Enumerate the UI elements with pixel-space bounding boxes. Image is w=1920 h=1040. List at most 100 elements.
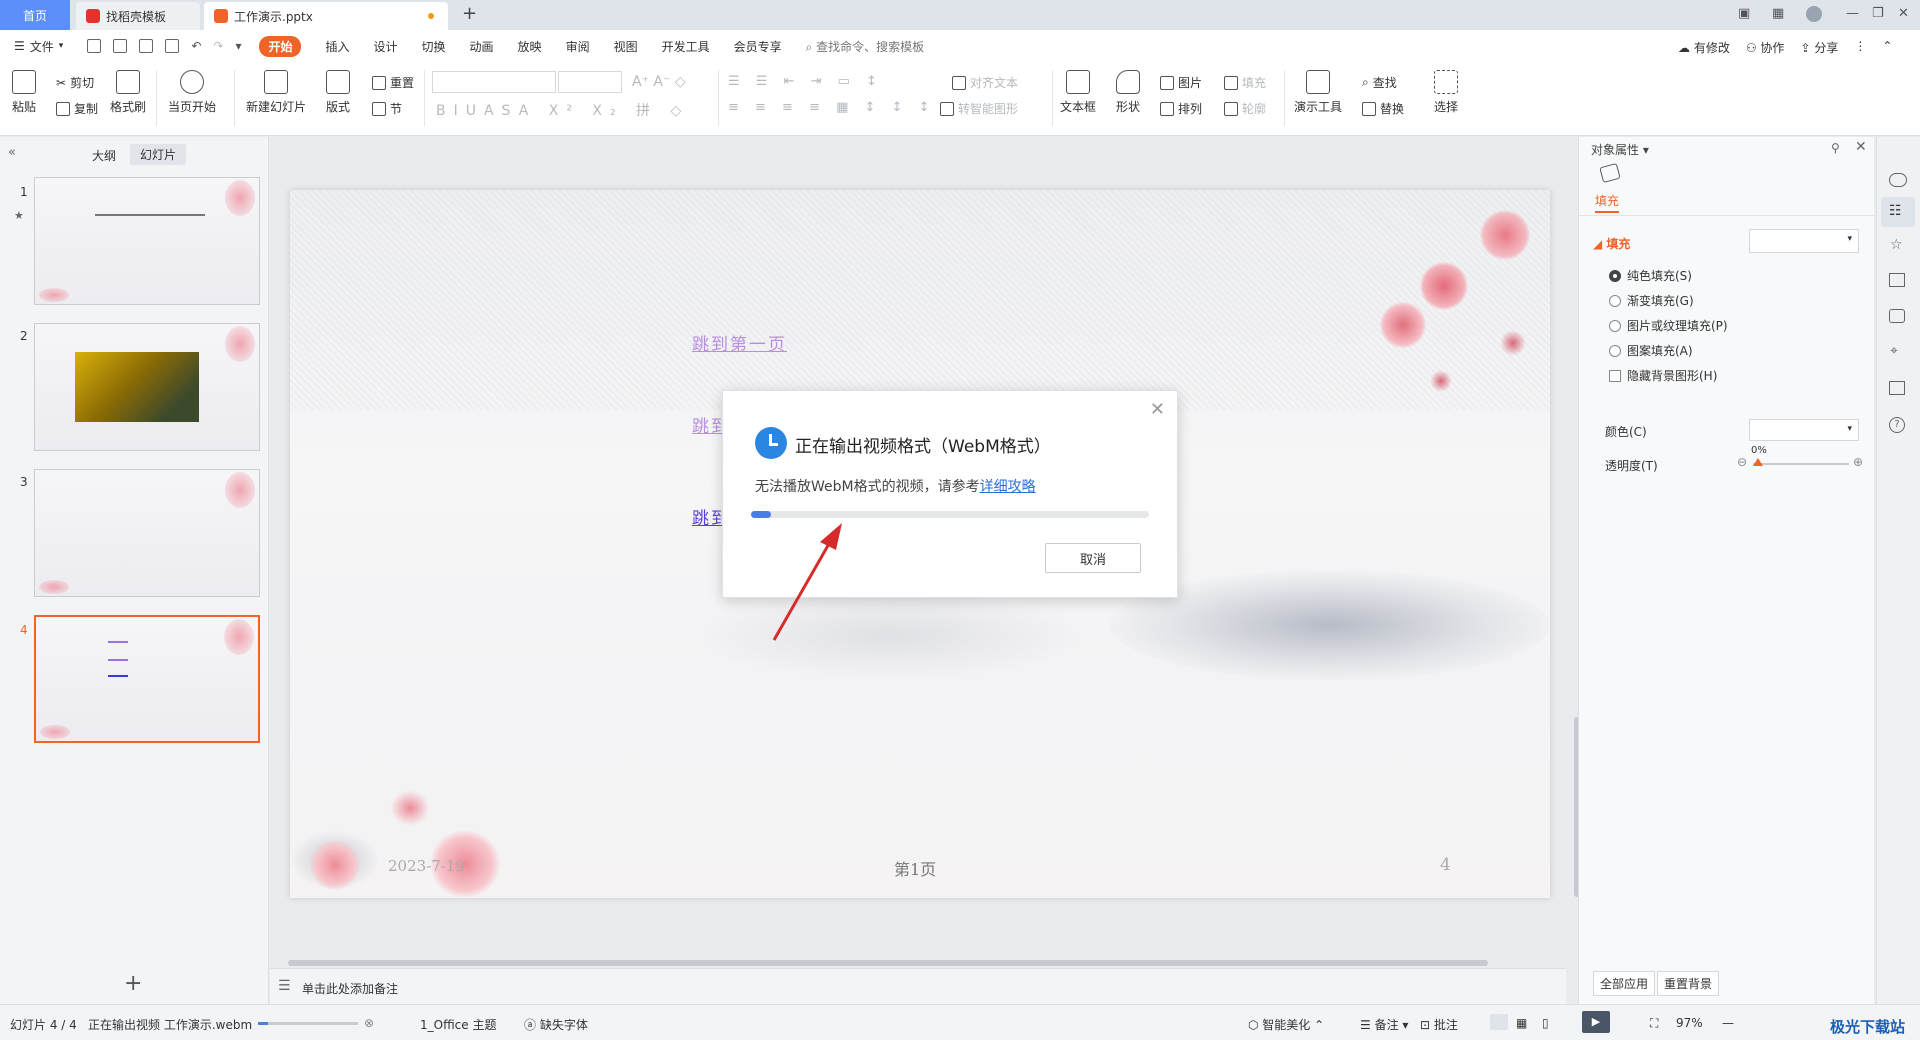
solid-fill-option[interactable]: 纯色填充(S) [1609,267,1692,284]
color-select[interactable]: ▾ [1749,419,1859,441]
menu-view[interactable]: 视图 [614,38,638,55]
more-options-icon[interactable]: ⋮ [1854,39,1866,56]
location-icon[interactable]: ⌖ [1890,343,1898,359]
font-family-select[interactable] [432,71,556,93]
find-button[interactable]: ⌕ 查找 [1362,74,1397,91]
reading-view-icon[interactable]: ▯ [1542,1016,1549,1030]
pin-icon[interactable]: ⚲ [1831,141,1840,155]
shape-button[interactable]: 形状 [1116,70,1140,115]
properties-tool-active[interactable]: ☷ [1881,197,1915,227]
add-slide-button[interactable]: + [124,971,142,996]
horizontal-scrollbar[interactable] [278,960,1558,966]
transition-icon[interactable] [1889,273,1905,287]
gradient-fill-option[interactable]: 渐变填充(G) [1609,292,1694,309]
file-menu[interactable]: ☰ 文件 ▾ [14,38,63,55]
zoom-out-icon[interactable]: — [1722,1016,1734,1030]
decrease-icon[interactable]: ⊖ [1737,455,1747,469]
picture-fill-option[interactable]: 图片或纹理填充(P) [1609,317,1728,334]
menu-review[interactable]: 审阅 [566,38,590,55]
undo-icon[interactable]: ↶ [191,39,201,53]
copy-button[interactable]: 复制 [56,100,98,117]
collaborate-button[interactable]: ⚇ 协作 [1746,39,1785,56]
close-panel-icon[interactable]: ✕ [1855,139,1867,155]
fill-button[interactable]: 填充 [1224,74,1266,91]
menu-member[interactable]: 会员专享 [734,38,782,55]
tab-home[interactable]: 首页 [0,0,70,30]
apply-all-button[interactable]: 全部应用 [1593,971,1656,996]
cut-button[interactable]: ✂ 剪切 [56,74,94,91]
tab-slides[interactable]: 幻灯片 [130,144,187,165]
layout-button[interactable]: 版式 [326,70,350,115]
beautify-button[interactable]: ⬡ 智能美化 ⌃ [1248,1016,1324,1033]
tab-template[interactable]: 找稻壳模板 [76,2,200,30]
cancel-export-icon[interactable]: ⊗ [364,1016,374,1030]
scroll-thumb[interactable] [288,960,1488,966]
collapse-panel-icon[interactable]: « [8,145,16,160]
zoom-level[interactable]: 97% [1676,1016,1703,1030]
list-buttons[interactable]: ☰ ☰ ⇤ ⇥ ▭ ↕ [728,74,883,89]
style-icon[interactable] [1889,173,1907,187]
animation-icon[interactable]: ☆ [1890,237,1903,253]
panel-title[interactable]: 对象属性 ▾ [1591,141,1649,158]
play-slideshow-button[interactable]: ▶ [1582,1011,1610,1033]
font-size-select[interactable] [558,71,622,93]
collapse-ribbon-icon[interactable]: ⌃ [1882,39,1892,56]
fill-type-select[interactable]: ▾ [1749,229,1859,253]
share-button[interactable]: ⇪ 分享 [1800,39,1838,56]
tab-file[interactable]: 工作演示.pptx [204,2,448,30]
slide-thumbnail-2[interactable] [34,323,260,451]
pattern-fill-option[interactable]: 图案填充(A) [1609,342,1693,359]
link-first-page[interactable]: 跳到第一页 [692,330,787,355]
normal-view-icon[interactable] [1490,1014,1508,1030]
align-text-button[interactable]: 对齐文本 [952,74,1018,91]
format-painter-button[interactable]: 格式刷 [110,70,146,115]
reset-button[interactable]: 重置 [372,74,414,91]
present-tools-button[interactable]: 演示工具 [1294,70,1342,115]
book-icon[interactable] [1889,381,1905,395]
comments-toggle[interactable]: ⊡ 批注 [1420,1016,1458,1033]
export-icon[interactable] [113,39,128,53]
theme-name[interactable]: 1_Office 主题 [420,1016,496,1033]
missing-font-button[interactable]: ⓐ 缺失字体 [524,1016,588,1033]
hide-background-checkbox[interactable]: 隐藏背景图形(H) [1609,367,1717,384]
textbox-button[interactable]: 文本框 [1060,70,1096,115]
picture-button[interactable]: 图片 [1160,74,1202,91]
notes-toggle[interactable]: ☰ 备注 ▾ [1360,1016,1408,1033]
menu-design[interactable]: 设计 [374,38,398,55]
fill-section-header[interactable]: ◢ 填充 [1593,235,1630,252]
close-window-icon[interactable]: ✕ [1898,6,1909,21]
slider-handle[interactable] [1753,458,1763,466]
slide-thumbnail-4[interactable] [34,615,260,743]
print-icon[interactable] [139,39,154,53]
help-icon[interactable]: ? [1889,417,1905,433]
reset-background-button[interactable]: 重置背景 [1657,971,1720,996]
menu-developer[interactable]: 开发工具 [662,38,710,55]
menu-transition[interactable]: 切换 [422,38,446,55]
outline-button[interactable]: 轮廓 [1224,100,1266,117]
select-button[interactable]: 选择 [1434,70,1458,115]
increase-icon[interactable]: ⊕ [1853,455,1863,469]
smart-shape-button[interactable]: 转智能图形 [940,100,1018,117]
arrange-button[interactable]: 排列 [1160,100,1202,117]
paste-button[interactable]: 粘贴 [12,70,36,115]
minimize-icon[interactable]: — [1846,6,1859,21]
new-tab-button[interactable]: + [462,3,477,24]
font-size-buttons[interactable]: A⁺ A⁻ ◇ [632,74,686,90]
notes-bar[interactable]: ☰ 单击此处添加备注 [270,968,1566,1004]
replace-button[interactable]: 替换 [1362,100,1404,117]
more-icon[interactable]: ▾ [235,39,241,53]
command-search[interactable]: ⌕ 查找命令、搜索模板 [806,38,925,55]
slide-thumbnail-1[interactable] [34,177,260,305]
sorter-view-icon[interactable]: ▦ [1516,1016,1527,1030]
slide-thumbnail-3[interactable] [34,469,260,597]
avatar[interactable] [1806,6,1822,22]
menu-insert[interactable]: 插入 [325,38,349,55]
cancel-button[interactable]: 取消 [1045,543,1141,573]
media-icon[interactable] [1889,309,1905,323]
layout-icon[interactable]: ▣ [1738,6,1750,21]
grid-icon[interactable]: ▦ [1772,6,1784,21]
close-dialog-icon[interactable]: ✕ [1150,399,1165,420]
restore-icon[interactable]: ❐ [1872,6,1884,21]
fit-icon[interactable]: ⛶ [1650,1016,1658,1031]
preview-icon[interactable] [165,39,180,53]
